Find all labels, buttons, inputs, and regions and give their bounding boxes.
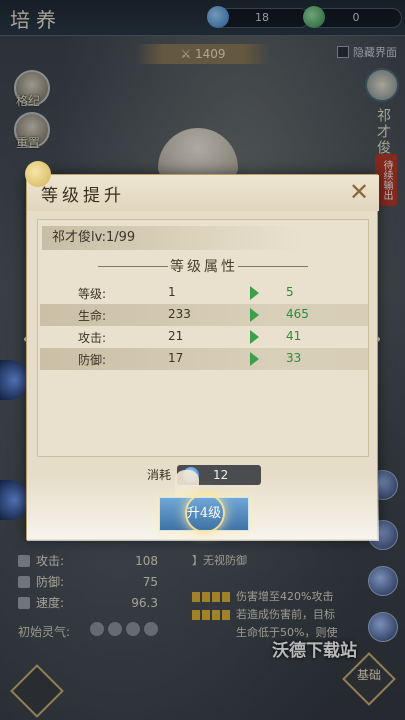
arrow-right-icon: [250, 286, 259, 300]
dialog-header: 等级提升 ✕: [25, 161, 379, 211]
attribute-row: 防御: 17 33: [40, 348, 368, 370]
game-screen: 培养 18 0 ⚔ 1409 隐藏界面 格纪 重置 祁才俊 待续输出 攻击: 1…: [0, 0, 405, 720]
tap-glow-icon: [185, 493, 225, 533]
attribute-panel: 祁才俊lv:1/99 等级属性 等级: 1 5 生命: 233 465 攻击: …: [37, 219, 369, 457]
attribute-from: 233: [168, 307, 191, 321]
arrow-right-icon: [250, 330, 259, 344]
arrow-right-icon: [250, 352, 259, 366]
attribute-from: 21: [168, 329, 184, 343]
attribute-from: 17: [168, 351, 184, 365]
dialog-title: 等级提升: [41, 186, 125, 206]
attribute-name: 等级:: [78, 287, 107, 301]
attribute-row: 生命: 233 465: [40, 304, 368, 326]
section-title: 等级属性: [170, 259, 238, 275]
character-level: 祁才俊lv:1/99: [42, 226, 302, 250]
attribute-name: 防御:: [78, 353, 107, 367]
attribute-from: 1: [168, 285, 176, 299]
attribute-to: 465: [286, 307, 309, 321]
cost-value: 12: [213, 468, 229, 482]
attribute-to: 41: [286, 329, 302, 343]
attribute-to: 5: [286, 285, 294, 299]
attribute-to: 33: [286, 351, 302, 365]
attribute-row: 攻击: 21 41: [40, 326, 368, 348]
attribute-name: 攻击:: [78, 331, 107, 345]
close-button[interactable]: ✕: [347, 180, 371, 205]
arrow-right-icon: [250, 308, 259, 322]
attribute-row: 等级: 1 5: [40, 282, 368, 304]
level-up-dialog: 等级提升 ✕ 祁才俊lv:1/99 等级属性 等级: 1 5 生命: 233 4…: [25, 161, 379, 541]
cost-label: 消耗: [147, 468, 172, 482]
attribute-name: 生命:: [78, 309, 107, 323]
